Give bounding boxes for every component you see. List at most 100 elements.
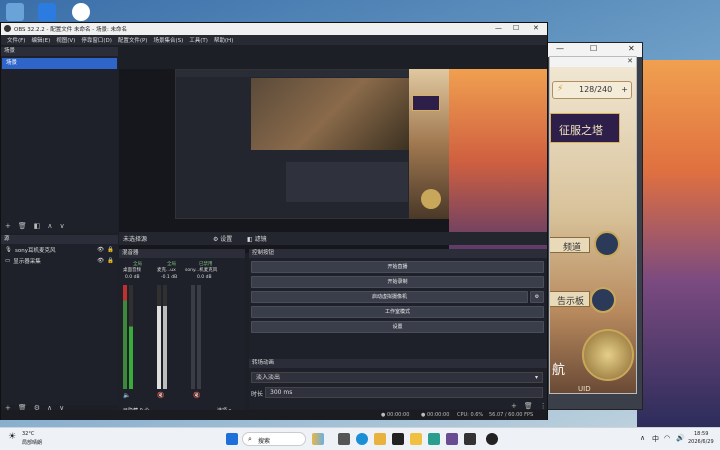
- close-icon[interactable]: ✕: [627, 57, 633, 65]
- minimize-icon[interactable]: —: [495, 24, 502, 32]
- meter-mic[interactable]: [157, 285, 173, 389]
- obs-titlebar[interactable]: OBS 32.2.2 - 配置文件 未命名 - 场景: 未命名 — ☐ ✕: [1, 23, 547, 35]
- game-canvas[interactable]: ⚡ 128/240 + 征服之塔 频道 告示板 航 UID 1200021843: [550, 67, 636, 393]
- add-icon[interactable]: +: [5, 222, 11, 230]
- search-icon: ⌕: [248, 435, 252, 443]
- status-bar: ● 00:00:00 ● 00:00:00 CPU: 0.6% 56.07 / …: [1, 410, 547, 420]
- game-window[interactable]: ✕ ⚡ 128/240 + 征服之塔 频道 告示板 航 UID 12000218…: [549, 56, 637, 394]
- mute-icon[interactable]: 🔇: [157, 392, 164, 399]
- trash-icon[interactable]: 🗑: [524, 402, 533, 410]
- add-icon[interactable]: +: [511, 402, 517, 410]
- clock-date[interactable]: 2026/6/29: [688, 439, 714, 445]
- scene-list-item[interactable]: 场景: [2, 58, 117, 69]
- nested-preview: [175, 69, 411, 219]
- input-language[interactable]: 中: [652, 434, 659, 444]
- preview-canvas[interactable]: [119, 69, 547, 253]
- add-stamina-icon[interactable]: +: [621, 85, 628, 94]
- scenes-title: 场景: [1, 47, 118, 56]
- menu-view[interactable]: 视图(V): [53, 36, 78, 44]
- virtual-camera-settings-button[interactable]: ⚙: [530, 291, 544, 303]
- move-up-icon[interactable]: ∧: [47, 222, 52, 230]
- mixer-title: 混音器: [119, 249, 245, 258]
- more-icon[interactable]: ⋮: [540, 402, 547, 410]
- edge-icon[interactable]: [356, 433, 368, 445]
- maximize-icon[interactable]: ☐: [590, 44, 597, 53]
- browser-shortcut-icon[interactable]: [72, 3, 90, 21]
- meter-desktop[interactable]: [123, 285, 139, 389]
- properties-button[interactable]: ⚙ 设置: [213, 234, 232, 243]
- duration-field[interactable]: 300 ms: [265, 387, 543, 398]
- start-virtual-camera-button[interactable]: 启动虚拟摄像机: [251, 291, 528, 303]
- app-icon[interactable]: [410, 433, 422, 445]
- source-item[interactable]: ▭ 显示器采集 👁 🔒: [1, 255, 118, 266]
- source-label: sony耳机麦克风: [14, 247, 56, 254]
- eye-icon[interactable]: 👁: [97, 258, 104, 264]
- minimize-icon[interactable]: —: [556, 44, 564, 53]
- stamina-bar[interactable]: ⚡ 128/240 +: [552, 81, 632, 99]
- channel-name: 桌面音频: [123, 268, 141, 273]
- meter-sony[interactable]: [191, 285, 207, 389]
- widgets-icon[interactable]: [312, 433, 324, 445]
- close-icon[interactable]: ✕: [533, 24, 539, 32]
- stream-time: ● 00:00:00: [381, 412, 410, 418]
- channel-emblem-icon[interactable]: [594, 231, 620, 257]
- settings-button[interactable]: 设置: [251, 321, 544, 333]
- search-box[interactable]: ⌕ 搜索: [242, 432, 306, 446]
- trash-icon[interactable]: 🗑: [18, 222, 27, 230]
- game-window-titlebar[interactable]: ✕: [550, 57, 636, 67]
- app-shortcut-icon[interactable]: [38, 3, 56, 21]
- menu-docks[interactable]: 停靠窗口(D): [78, 36, 115, 44]
- source-item[interactable]: 🎙 sony耳机麦克风 👁 🔒: [1, 244, 118, 255]
- filter-icon[interactable]: ◧: [34, 222, 41, 230]
- lock-icon[interactable]: 🔒: [107, 258, 114, 264]
- app-icon[interactable]: [428, 433, 440, 445]
- eye-icon[interactable]: 👁: [97, 247, 104, 253]
- weather-icon[interactable]: ☀: [8, 432, 16, 442]
- start-recording-button[interactable]: 开始录制: [251, 276, 544, 288]
- obs-app-icon[interactable]: [486, 433, 498, 445]
- chevron-up-icon[interactable]: ∧: [640, 434, 645, 442]
- move-down-icon[interactable]: ∨: [60, 222, 65, 230]
- board-emblem-icon[interactable]: [590, 287, 616, 313]
- menu-file[interactable]: 文件(F): [4, 36, 28, 44]
- maximize-icon[interactable]: ☐: [513, 24, 519, 32]
- transition-select[interactable]: 淡入淡出 ▾: [251, 372, 543, 383]
- menu-help[interactable]: 帮助(H): [211, 36, 236, 44]
- close-icon[interactable]: ✕: [628, 44, 635, 53]
- start-streaming-button[interactable]: 开始直播: [251, 261, 544, 273]
- tower-banner[interactable]: 征服之塔: [550, 113, 620, 143]
- studio-mode-button[interactable]: 工作室模式: [251, 306, 544, 318]
- properties-label: 设置: [220, 236, 233, 243]
- task-view-icon[interactable]: [338, 433, 350, 445]
- filters-button[interactable]: ◧ 滤镜: [247, 234, 267, 243]
- lock-icon[interactable]: 🔒: [107, 247, 114, 253]
- mute-icon[interactable]: 🔇: [193, 392, 200, 399]
- game-window-titlebar[interactable]: — ☐ ✕: [548, 43, 642, 57]
- nested-menubar: [176, 70, 411, 77]
- game-app-icon[interactable]: [464, 433, 476, 445]
- clock-time[interactable]: 18:59: [694, 431, 708, 437]
- board-label: 告示板: [557, 297, 585, 307]
- filters-label: 滤镜: [254, 236, 267, 243]
- volume-icon[interactable]: 🔊: [676, 434, 685, 442]
- anchor-emblem-icon[interactable]: [582, 329, 634, 381]
- obs-window[interactable]: OBS 32.2.2 - 配置文件 未命名 - 场景: 未命名 — ☐ ✕ 文件…: [0, 22, 548, 420]
- recycle-bin-icon[interactable]: [6, 3, 24, 21]
- menu-edit[interactable]: 编辑(E): [28, 36, 53, 44]
- channel-button[interactable]: 频道: [550, 237, 590, 253]
- menu-scene-collection[interactable]: 场景集合(S): [150, 36, 186, 44]
- sources-title: 源: [1, 235, 118, 244]
- board-button[interactable]: 告示板: [550, 291, 590, 307]
- uid-label: UID 1200021843: [578, 385, 591, 393]
- app-icon[interactable]: [392, 433, 404, 445]
- wifi-icon[interactable]: ◠: [664, 434, 670, 442]
- speaker-icon[interactable]: 🔈: [123, 392, 130, 399]
- app-icon[interactable]: [446, 433, 458, 445]
- start-icon[interactable]: [226, 433, 238, 445]
- menu-tools[interactable]: 工具(T): [186, 36, 211, 44]
- file-explorer-icon[interactable]: [374, 433, 386, 445]
- cpu-usage: CPU: 0.6%: [457, 412, 484, 418]
- menu-bar: 文件(F) 编辑(E) 视图(V) 停靠窗口(D) 配置文件(P) 场景集合(S…: [1, 35, 547, 45]
- menu-profile[interactable]: 配置文件(P): [115, 36, 151, 44]
- scenes-dock: 场景 场景: [1, 47, 118, 233]
